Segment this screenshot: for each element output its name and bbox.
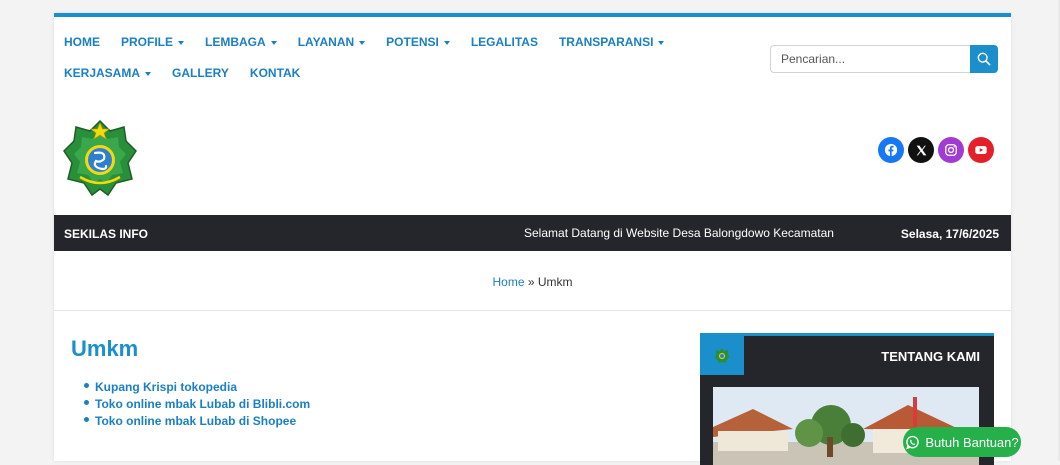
nav-item-profile[interactable]: PROFILE xyxy=(121,35,185,49)
nav-item-lembaga[interactable]: LEMBAGA xyxy=(205,35,277,49)
ticker-label: SEKILAS INFO xyxy=(64,227,149,241)
list-item[interactable]: Toko online mbak Lubab di Shopee xyxy=(84,413,310,429)
facebook-link[interactable] xyxy=(878,137,904,163)
bullet-icon xyxy=(84,417,89,422)
village-logo[interactable] xyxy=(62,117,138,199)
search-form xyxy=(770,45,1000,73)
list-item[interactable]: Kupang Krispi tokopedia xyxy=(84,379,310,395)
breadcrumb-home-link[interactable]: Home xyxy=(492,275,524,289)
breadcrumb: Home » Umkm xyxy=(492,275,572,289)
nav-label: KONTAK xyxy=(249,66,301,80)
main-nav: HOME PROFILE LEMBAGA LAYANAN POTENSI LEG… xyxy=(64,33,754,95)
caret-down-icon xyxy=(145,71,152,76)
social-links xyxy=(878,137,994,163)
bullet-icon xyxy=(84,400,89,405)
facebook-icon xyxy=(884,143,898,157)
nav-label: PROFILE xyxy=(121,35,174,49)
nav-label: LEMBAGA xyxy=(205,35,266,49)
nav-item-layanan[interactable]: LAYANAN xyxy=(297,35,366,49)
list-item[interactable]: Toko online mbak Lubab di Blibli.com xyxy=(84,396,310,412)
help-button-label: Butuh Bantuan? xyxy=(925,434,1019,450)
nav-label: LEGALITAS xyxy=(470,35,538,49)
instagram-link[interactable] xyxy=(938,137,964,163)
instagram-icon xyxy=(945,144,957,156)
whatsapp-icon xyxy=(906,435,920,449)
list-item-link[interactable]: Kupang Krispi tokopedia xyxy=(95,380,237,394)
nav-label: TRANSPARANSI xyxy=(558,35,654,49)
emblem-icon xyxy=(715,347,729,363)
caret-down-icon xyxy=(178,40,185,45)
search-icon xyxy=(977,52,991,66)
youtube-link[interactable] xyxy=(968,137,994,163)
current-date: Selasa, 17/6/2025 xyxy=(900,227,999,241)
caret-down-icon xyxy=(270,40,277,45)
ticker-text[interactable]: Selamat Datang di Website Desa Balongdow… xyxy=(524,226,852,240)
search-input[interactable] xyxy=(770,45,970,73)
breadcrumb-separator: » xyxy=(524,275,538,289)
breadcrumb-current: Umkm xyxy=(537,275,573,289)
nav-row-2: KERJASAMA GALLERY KONTAK xyxy=(64,64,754,82)
breadcrumb-bar: Home » Umkm xyxy=(54,251,1011,311)
list-item-link[interactable]: Toko online mbak Lubab di Shopee xyxy=(95,414,296,428)
page-container: HOME PROFILE LEMBAGA LAYANAN POTENSI LEG… xyxy=(54,13,1011,465)
nav-label: HOME xyxy=(64,35,100,49)
nav-item-gallery[interactable]: GALLERY xyxy=(172,66,229,80)
caret-down-icon xyxy=(658,40,665,45)
nav-item-kerjasama[interactable]: KERJASAMA xyxy=(64,66,152,80)
list-item-link[interactable]: Toko online mbak Lubab di Blibli.com xyxy=(95,397,310,411)
widget-title: TENTANG KAMI xyxy=(881,349,980,364)
emblem-icon xyxy=(63,119,137,197)
page-title: Umkm xyxy=(71,336,139,361)
search-button[interactable] xyxy=(970,45,998,73)
nav-row-1: HOME PROFILE LEMBAGA LAYANAN POTENSI LEG… xyxy=(64,33,754,51)
whatsapp-help-button[interactable]: Butuh Bantuan? xyxy=(903,427,1021,457)
bullet-icon xyxy=(84,383,89,388)
nav-item-legalitas[interactable]: LEGALITAS xyxy=(471,35,538,49)
caret-down-icon xyxy=(443,40,450,45)
nav-item-kontak[interactable]: KONTAK xyxy=(250,66,300,80)
caret-down-icon xyxy=(359,40,366,45)
x-icon xyxy=(916,145,926,155)
youtube-icon xyxy=(975,146,987,154)
nav-label: KERJASAMA xyxy=(64,66,141,80)
x-link[interactable] xyxy=(908,137,934,163)
nav-label: LAYANAN xyxy=(297,35,355,49)
nav-item-home[interactable]: HOME xyxy=(64,35,100,49)
nav-label: POTENSI xyxy=(386,35,439,49)
umkm-link-list: Kupang Krispi tokopedia Toko online mbak… xyxy=(84,379,310,430)
nav-item-transparansi[interactable]: TRANSPARANSI xyxy=(558,35,665,49)
news-ticker: SEKILAS INFO Selamat Datang di Website D… xyxy=(54,215,1011,251)
nav-label: GALLERY xyxy=(172,66,229,80)
nav-item-potensi[interactable]: POTENSI xyxy=(386,35,450,49)
widget-emblem xyxy=(700,336,744,375)
